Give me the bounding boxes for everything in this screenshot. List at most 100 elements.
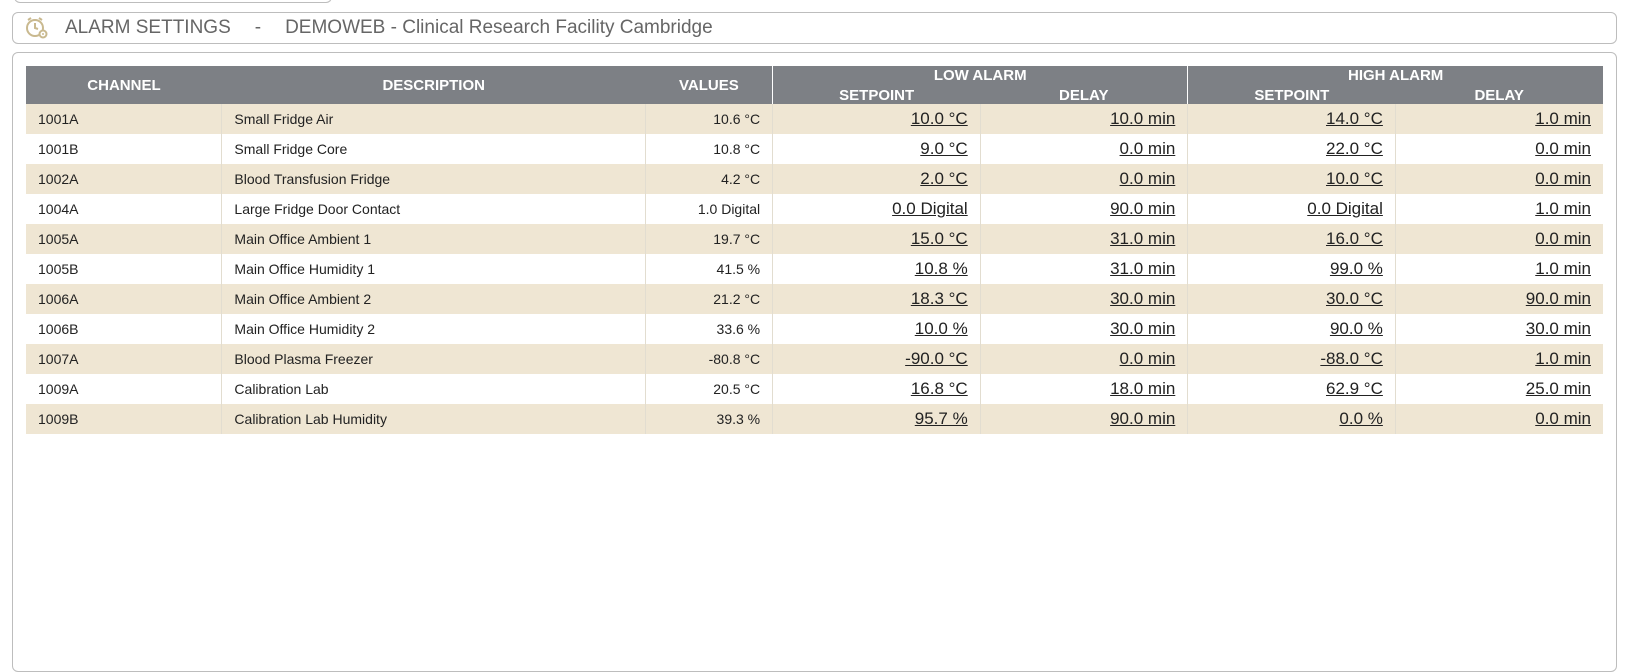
high-setpoint-link[interactable]: 99.0 % (1330, 259, 1383, 278)
low-setpoint-cell: -90.0 °C (772, 344, 981, 374)
high-setpoint-link[interactable]: 90.0 % (1330, 319, 1383, 338)
low-delay-link[interactable]: 31.0 min (1110, 259, 1175, 278)
high-delay-cell: 0.0 min (1395, 224, 1603, 254)
high-delay-link[interactable]: 30.0 min (1526, 319, 1591, 338)
description-cell: Calibration Lab (221, 374, 647, 404)
low-setpoint-link[interactable]: 10.0 °C (911, 109, 968, 128)
value-cell: 41.5 % (645, 254, 774, 284)
high-delay-link[interactable]: 1.0 min (1535, 259, 1591, 278)
low-setpoint-link[interactable]: 95.7 % (915, 409, 968, 428)
low-delay-link[interactable]: 30.0 min (1110, 289, 1175, 308)
low-delay-link[interactable]: 0.0 min (1120, 169, 1176, 188)
column-header-low-setpoint[interactable]: SETPOINT (772, 84, 981, 104)
description-cell: Main Office Humidity 2 (221, 314, 647, 344)
channel-cell: 1004A (26, 194, 223, 224)
low-setpoint-link[interactable]: 2.0 °C (920, 169, 967, 188)
high-setpoint-link[interactable]: 0.0 % (1339, 409, 1382, 428)
high-setpoint-link[interactable]: 14.0 °C (1326, 109, 1383, 128)
low-setpoint-link[interactable]: 10.0 % (915, 319, 968, 338)
high-setpoint-cell: 0.0 % (1187, 404, 1396, 434)
table-row: 1005B Main Office Humidity 1 41.5 % 10.8 % 3… (26, 254, 1603, 284)
low-delay-link[interactable]: 31.0 min (1110, 229, 1175, 248)
description-cell: Blood Plasma Freezer (221, 344, 647, 374)
low-setpoint-cell: 15.0 °C (772, 224, 981, 254)
low-delay-link[interactable]: 90.0 min (1110, 409, 1175, 428)
description-cell: Small Fridge Core (221, 134, 647, 164)
low-setpoint-cell: 9.0 °C (772, 134, 981, 164)
high-setpoint-link[interactable]: 10.0 °C (1326, 169, 1383, 188)
low-delay-link[interactable]: 10.0 min (1110, 109, 1175, 128)
low-delay-cell: 30.0 min (980, 314, 1189, 344)
high-delay-link[interactable]: 1.0 min (1535, 349, 1591, 368)
high-setpoint-cell: 22.0 °C (1187, 134, 1396, 164)
low-setpoint-cell: 10.0 °C (772, 104, 981, 134)
high-delay-link[interactable]: 0.0 min (1535, 169, 1591, 188)
low-delay-link[interactable]: 90.0 min (1110, 199, 1175, 218)
value-cell: 10.8 °C (645, 134, 774, 164)
column-header-description[interactable]: DESCRIPTION (221, 66, 646, 104)
channel-cell: 1009A (26, 374, 223, 404)
low-delay-cell: 10.0 min (980, 104, 1189, 134)
low-delay-link[interactable]: 0.0 min (1120, 349, 1176, 368)
high-delay-cell: 0.0 min (1395, 164, 1603, 194)
column-header-values[interactable]: VALUES (645, 66, 773, 104)
description-cell: Blood Transfusion Fridge (221, 164, 647, 194)
alarm-clock-gear-icon (25, 16, 49, 40)
description-cell: Small Fridge Air (221, 104, 647, 134)
top-tab-stub (14, 0, 332, 3)
high-delay-link[interactable]: 25.0 min (1526, 379, 1591, 398)
column-header-high-delay[interactable]: DELAY (1395, 84, 1603, 104)
high-setpoint-link[interactable]: 62.9 °C (1326, 379, 1383, 398)
high-delay-link[interactable]: 1.0 min (1535, 199, 1591, 218)
column-header-low-delay[interactable]: DELAY (980, 84, 1188, 104)
table-row: 1006B Main Office Humidity 2 33.6 % 10.0 % 3… (26, 314, 1603, 344)
low-delay-cell: 90.0 min (980, 194, 1189, 224)
high-setpoint-cell: 90.0 % (1187, 314, 1396, 344)
title-separator: - (254, 17, 262, 38)
value-cell: 19.7 °C (645, 224, 774, 254)
high-setpoint-link[interactable]: 22.0 °C (1326, 139, 1383, 158)
value-cell: 33.6 % (645, 314, 774, 344)
low-delay-cell: 0.0 min (980, 134, 1189, 164)
high-delay-link[interactable]: 90.0 min (1526, 289, 1591, 308)
value-cell: 4.2 °C (645, 164, 774, 194)
low-setpoint-cell: 18.3 °C (772, 284, 981, 314)
page-title: ALARM SETTINGS (65, 17, 231, 38)
high-setpoint-link[interactable]: 0.0 Digital (1307, 199, 1383, 218)
low-setpoint-link[interactable]: 9.0 °C (920, 139, 967, 158)
alarm-settings-panel: CHANNEL DESCRIPTION VALUES LOW ALARM HIG… (12, 52, 1617, 672)
value-cell: 21.2 °C (645, 284, 774, 314)
low-setpoint-link[interactable]: 18.3 °C (911, 289, 968, 308)
high-delay-cell: 1.0 min (1395, 194, 1603, 224)
low-delay-link[interactable]: 18.0 min (1110, 379, 1175, 398)
high-delay-cell: 90.0 min (1395, 284, 1603, 314)
table-row: 1005A Main Office Ambient 1 19.7 °C 15.0 °C… (26, 224, 1603, 254)
low-setpoint-link[interactable]: -90.0 °C (905, 349, 968, 368)
site-name: DEMOWEB - Clinical Research Facility Cam… (285, 17, 713, 38)
channel-cell: 1007A (26, 344, 223, 374)
high-setpoint-link[interactable]: -88.0 °C (1320, 349, 1383, 368)
high-setpoint-link[interactable]: 16.0 °C (1326, 229, 1383, 248)
low-delay-cell: 31.0 min (980, 224, 1189, 254)
high-setpoint-link[interactable]: 30.0 °C (1326, 289, 1383, 308)
high-delay-link[interactable]: 0.0 min (1535, 409, 1591, 428)
low-delay-cell: 90.0 min (980, 404, 1189, 434)
high-delay-link[interactable]: 1.0 min (1535, 109, 1591, 128)
channel-cell: 1001B (26, 134, 223, 164)
high-delay-link[interactable]: 0.0 min (1535, 229, 1591, 248)
column-header-channel[interactable]: CHANNEL (26, 66, 222, 104)
high-delay-link[interactable]: 0.0 min (1535, 139, 1591, 158)
table-row: 1009A Calibration Lab 20.5 °C 16.8 °C 18.0 m… (26, 374, 1603, 404)
high-delay-cell: 0.0 min (1395, 404, 1603, 434)
low-setpoint-link[interactable]: 10.8 % (915, 259, 968, 278)
low-setpoint-link[interactable]: 15.0 °C (911, 229, 968, 248)
high-delay-cell: 30.0 min (1395, 314, 1603, 344)
low-setpoint-link[interactable]: 16.8 °C (911, 379, 968, 398)
low-delay-link[interactable]: 30.0 min (1110, 319, 1175, 338)
table-row: 1004A Large Fridge Door Contact 1.0 Digita… (26, 194, 1603, 224)
low-delay-cell: 0.0 min (980, 344, 1189, 374)
low-delay-link[interactable]: 0.0 min (1120, 139, 1176, 158)
column-header-high-setpoint[interactable]: SETPOINT (1187, 84, 1396, 104)
low-setpoint-link[interactable]: 0.0 Digital (892, 199, 968, 218)
low-delay-cell: 0.0 min (980, 164, 1189, 194)
